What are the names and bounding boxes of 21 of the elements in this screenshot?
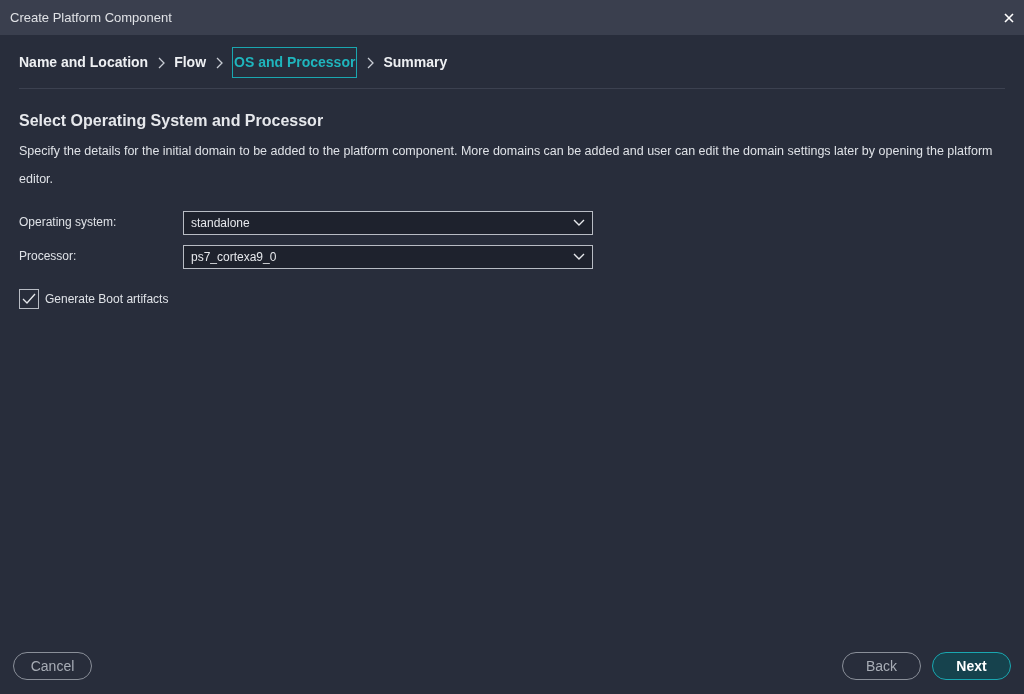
field-label: Operating system: [19, 214, 118, 231]
dropdown-field[interactable]: standalone [183, 211, 593, 235]
checkbox-label: Generate Boot artifacts [45, 291, 169, 308]
dialog-button[interactable]: Next [932, 652, 1011, 680]
chevron-down-icon [573, 219, 585, 227]
chevron-right-icon [215, 56, 224, 69]
checkmark-icon [22, 293, 36, 305]
field-label: Processor: [19, 248, 78, 265]
chevron-down-icon [573, 253, 585, 261]
checkbox[interactable] [19, 289, 39, 309]
window-title: Create Platform Component [10, 8, 172, 27]
chevron-right-icon [366, 56, 375, 69]
dropdown-field[interactable]: ps7_cortexa9_0 [183, 245, 593, 269]
wizard-step[interactable]: Flow [174, 47, 207, 78]
wizard-step[interactable]: Name and Location [19, 47, 149, 78]
wizard-step[interactable]: OS and Processor [232, 47, 358, 78]
chevron-right-icon [157, 56, 166, 69]
section-heading: Select Operating System and Processor [19, 111, 325, 131]
close-icon[interactable] [1004, 12, 1014, 23]
wizard-step[interactable]: Summary [383, 47, 448, 78]
description-text: Specify the details for the initial domain to be added to the platform component. More domains can be added and user can edit the domain settings later by opening the platform editor. [19, 143, 994, 188]
